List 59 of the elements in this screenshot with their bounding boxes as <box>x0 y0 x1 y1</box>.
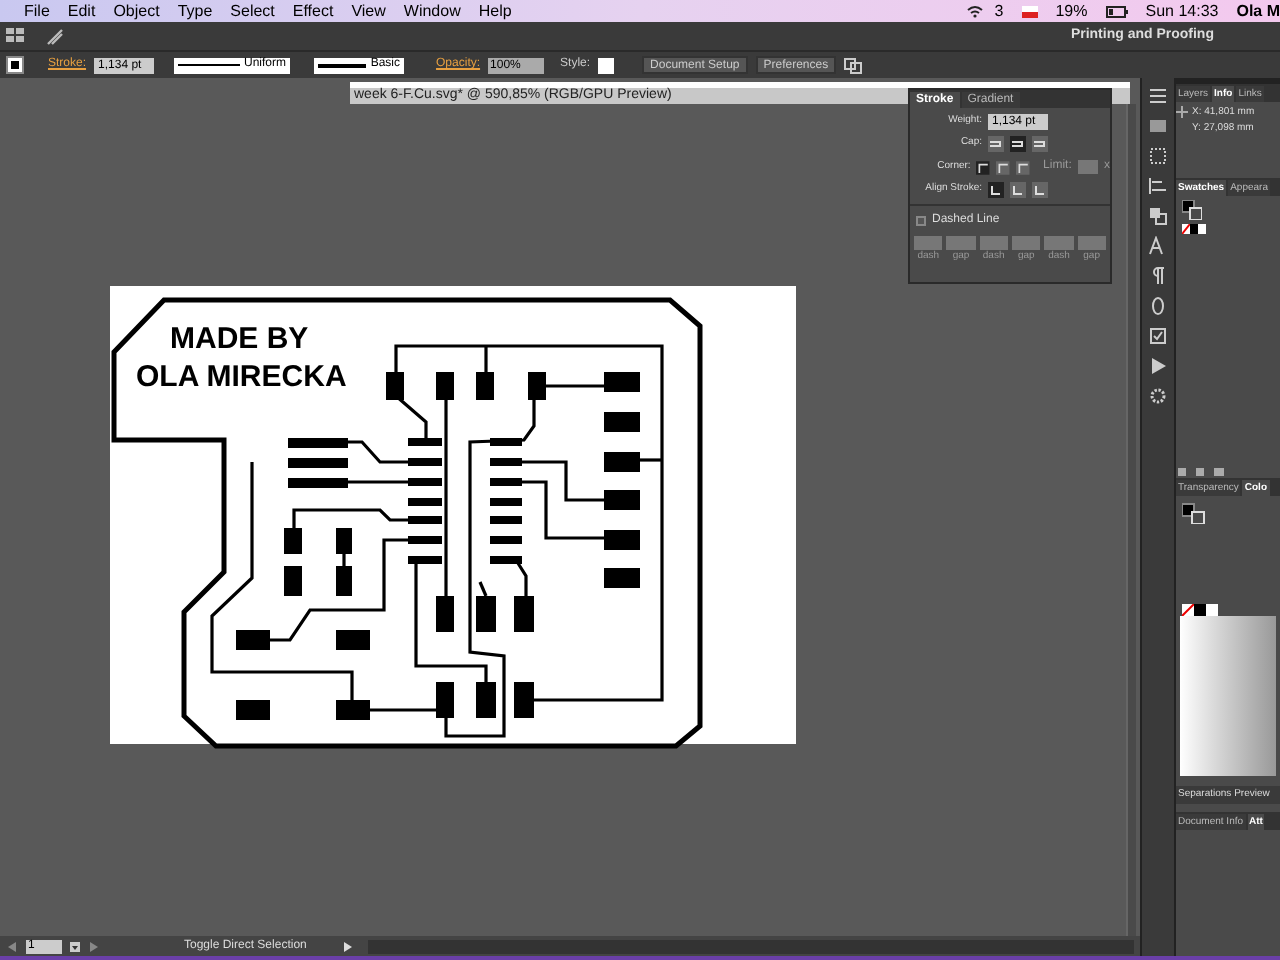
fill-stroke-icon[interactable] <box>1182 500 1206 524</box>
squares-icon[interactable] <box>1148 206 1168 226</box>
play-icon[interactable] <box>1148 356 1168 376</box>
limit-field[interactable] <box>1077 160 1098 174</box>
menu-item[interactable]: File <box>24 0 50 23</box>
align-stroke-icon[interactable] <box>988 182 1004 198</box>
wifi-icon[interactable] <box>966 4 985 18</box>
menu-item[interactable]: Window <box>403 0 461 23</box>
character-icon[interactable] <box>1148 236 1168 256</box>
corner-icon[interactable] <box>976 159 991 175</box>
menu-item[interactable]: Object <box>113 0 160 23</box>
swatch-icon[interactable] <box>1182 224 1206 234</box>
arrange-icon[interactable] <box>844 57 863 73</box>
hamburger-icon[interactable] <box>1148 86 1168 106</box>
crosshair-icon <box>1176 106 1188 118</box>
dropdown-icon[interactable] <box>70 941 80 951</box>
horizontal-scrollbar[interactable] <box>368 939 1134 953</box>
vertical-scrollbar[interactable] <box>1126 104 1136 936</box>
board-label: MADE BY <box>170 320 311 358</box>
gradient-square-icon[interactable] <box>1148 116 1168 136</box>
gear-icon[interactable] <box>1148 386 1168 406</box>
corner-icon[interactable] <box>1015 159 1030 175</box>
clock[interactable]: Sun 14:33 <box>1145 0 1219 23</box>
menu-item[interactable]: Help <box>478 0 512 23</box>
menu-item[interactable]: Effect <box>292 0 334 23</box>
adobe-count[interactable]: 3 <box>994 0 1004 23</box>
fill-stroke-icon[interactable] <box>1182 200 1202 220</box>
align-icon[interactable] <box>1148 176 1168 196</box>
user-name[interactable]: Ola M <box>1236 0 1280 23</box>
board-label: OLA MIRECKA <box>136 358 347 396</box>
menu-item[interactable]: Edit <box>67 0 96 23</box>
menu-item[interactable]: View <box>351 0 386 23</box>
layout-icon[interactable] <box>6 28 26 44</box>
swatch-icon[interactable] <box>1182 604 1218 616</box>
brush-icon[interactable] <box>46 27 64 45</box>
paragraph-icon[interactable] <box>1148 266 1168 286</box>
dotted-square-icon[interactable] <box>1148 146 1168 166</box>
play-icon[interactable] <box>342 941 352 951</box>
menu-item[interactable]: Select <box>230 0 275 23</box>
dash-field[interactable] <box>1044 236 1074 250</box>
checkbox-icon[interactable] <box>1148 326 1168 346</box>
fill-swatch-icon[interactable] <box>6 56 24 74</box>
dash-field[interactable] <box>1077 236 1106 250</box>
ellipse-icon[interactable] <box>1148 296 1168 316</box>
dash-field[interactable] <box>914 236 943 250</box>
next-page-icon[interactable] <box>88 941 100 951</box>
battery-percent: 19% <box>1055 0 1088 23</box>
menu-item[interactable]: Type <box>177 0 213 23</box>
checkbox[interactable] <box>916 216 926 226</box>
dash-field[interactable] <box>1011 236 1041 250</box>
corner-icon[interactable] <box>996 159 1010 175</box>
first-page-icon[interactable] <box>6 941 18 951</box>
dash-field[interactable] <box>946 236 976 250</box>
color-spectrum[interactable] <box>1180 616 1276 776</box>
dash-field[interactable] <box>979 236 1008 250</box>
battery-icon[interactable] <box>1105 5 1128 17</box>
style-swatch[interactable] <box>598 57 615 73</box>
flag-icon[interactable] <box>1021 5 1038 17</box>
cap-icon[interactable] <box>1010 136 1026 152</box>
